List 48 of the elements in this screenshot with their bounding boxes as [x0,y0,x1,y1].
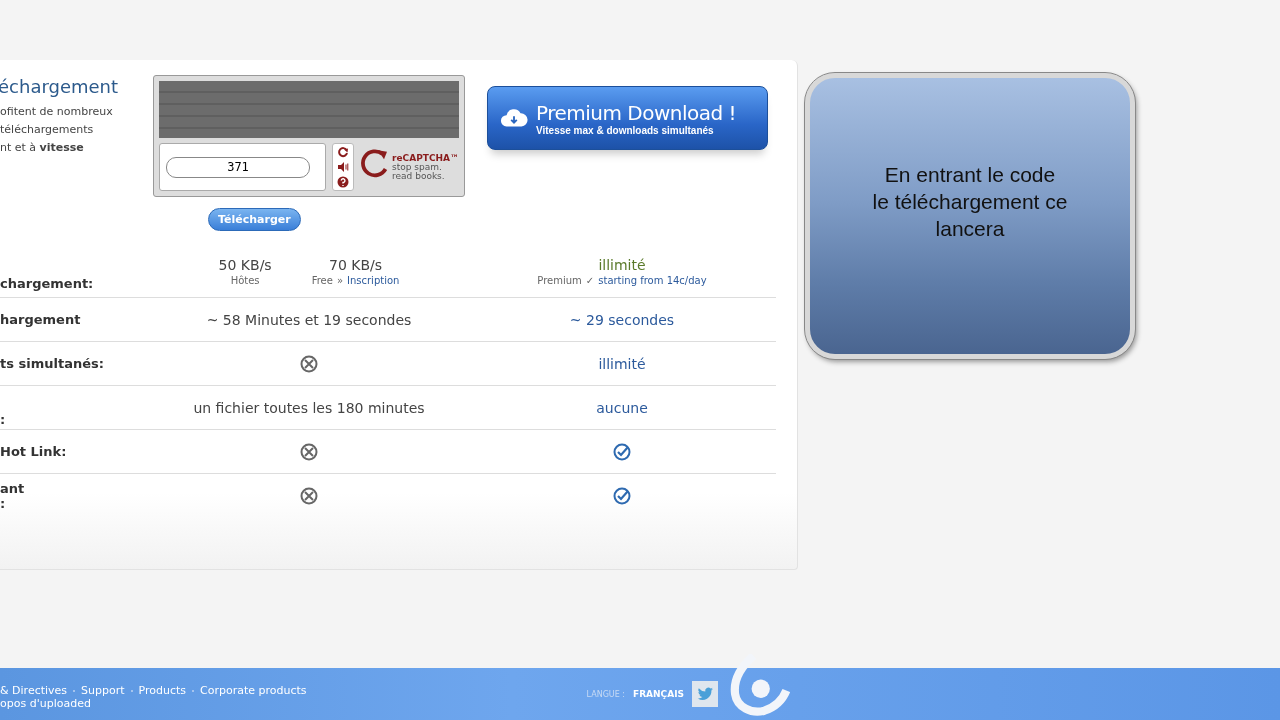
checkmark-circle-icon [613,487,631,505]
plan-label: Free [311,274,333,286]
cloud-download-icon [500,107,528,129]
crossed-circle-icon [300,487,318,505]
table-cell: illimité [598,355,646,372]
recaptcha-logo-text: reCAPTCHA™ [392,153,459,163]
footer-link[interactable]: Products [138,684,187,697]
footer-link[interactable]: opos d'uploaded [0,697,307,710]
download-button[interactable]: Télécharger [208,208,301,231]
row-label: : [0,496,7,511]
language-label: LANGUE : [586,689,625,699]
footer-link[interactable]: Corporate products [200,684,307,697]
speed-value: 50 KB/s [218,256,272,273]
separator-glyph: » [336,274,343,286]
signup-link[interactable]: Inscription [347,274,400,286]
reload-icon[interactable] [337,146,350,158]
checkmark-circle-icon [613,442,631,461]
crossed-circle-icon [300,354,318,373]
callout-text: En entrant le code le téléchargement ce lancera [872,161,1068,242]
intro-text: ofitent de nombreux [0,104,114,120]
row-label: chargement: [0,276,95,291]
crossed-circle-icon [300,442,318,461]
row-label: ts simultanés: [0,356,105,371]
help-icon[interactable] [337,176,350,188]
plan-label: Premium [537,274,582,286]
plan-label: Hôtes [230,274,260,286]
speed-value: 70 KB/s [329,256,383,273]
speed-value: illimité [598,256,646,273]
table-cell: ~ 29 secondes [569,311,675,328]
table-cell: un fichier toutes les 180 minutes [193,399,425,416]
row-label: : [0,412,7,427]
premium-download-button[interactable]: Premium Download ! Vitesse max & downloads simultanés [487,86,768,150]
row-label: ant [0,481,26,496]
intro-text: nt et à vitesse [0,140,85,156]
speaker-icon[interactable] [337,161,350,173]
pricing-link[interactable]: starting from 14c/day [598,274,707,286]
checkmark-glyph: ✓ [585,274,595,286]
table-cell: ~ 58 Minutes et 19 secondes [206,311,412,328]
footer-link[interactable]: & Directives [0,684,68,697]
intro-text: téléchargements [0,122,95,138]
captcha-input-field[interactable]: 371 [159,143,327,191]
row-label: Hot Link: [0,444,68,459]
footer-link[interactable]: Support [81,684,125,697]
language-link[interactable]: FRANÇAIS [633,689,684,699]
row-label: hargement [0,312,82,327]
recaptcha-tagline: read books. [392,172,446,181]
table-cell: aucune [596,399,648,416]
recaptcha-tagline: stop spam. [392,163,443,172]
